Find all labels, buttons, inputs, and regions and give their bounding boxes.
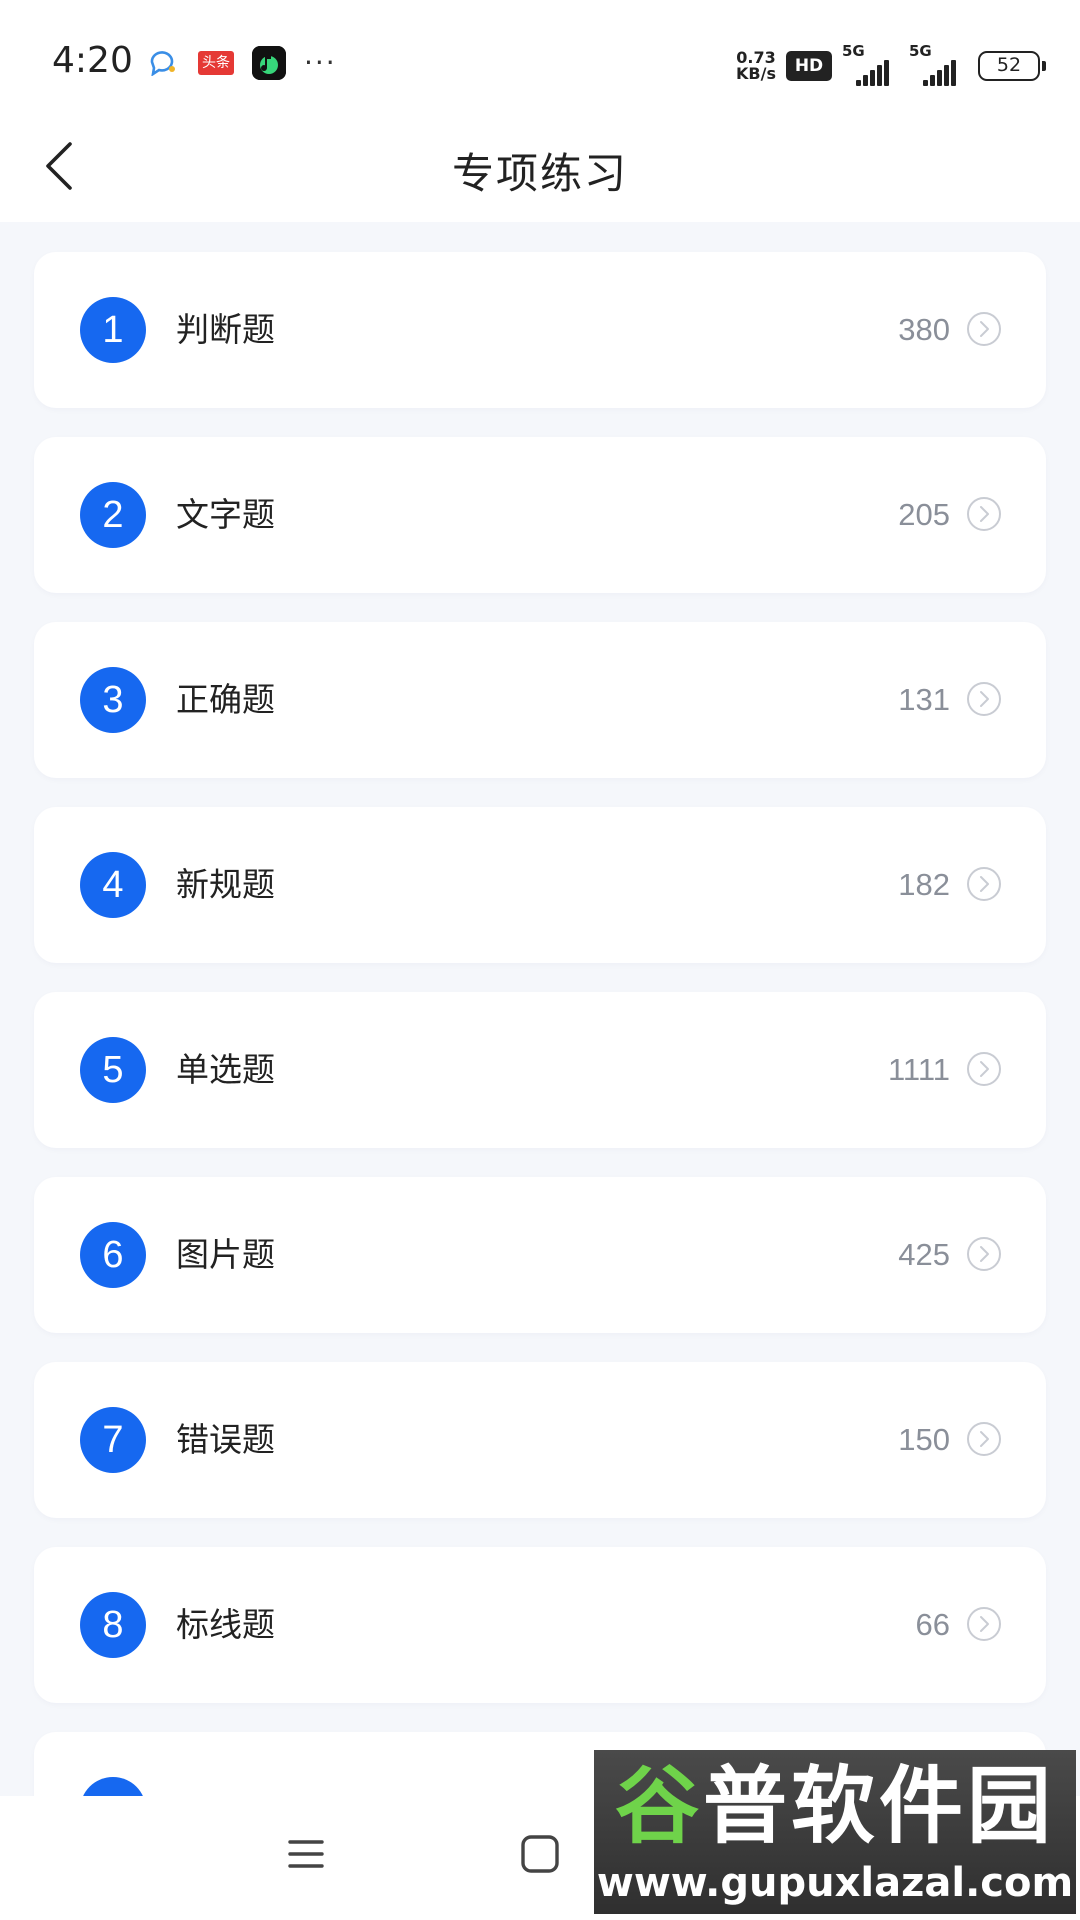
chevron-right-icon — [967, 867, 1001, 901]
item-number-badge: 4 — [80, 852, 146, 918]
item-number-badge: 6 — [80, 1222, 146, 1288]
header: 专项练习 — [0, 110, 1080, 222]
menu-icon[interactable] — [286, 1834, 326, 1874]
list-item[interactable]: 1 判断题 380 — [34, 252, 1046, 408]
chevron-right-icon — [967, 1052, 1001, 1086]
watermark-title: 谷普软件园 — [594, 1756, 1076, 1856]
list-item[interactable]: 6 图片题 425 — [34, 1177, 1046, 1333]
item-count: 66 — [915, 1607, 950, 1642]
item-label: 正确题 — [176, 680, 275, 719]
chevron-right-icon — [967, 1237, 1001, 1271]
item-label: 判断题 — [176, 310, 275, 349]
category-list: 1 判断题 380 2 文字题 205 3 正确题 131 4 新规题 182 … — [34, 252, 1046, 1831]
list-item[interactable]: 8 标线题 66 — [34, 1547, 1046, 1703]
item-number-badge: 1 — [80, 297, 146, 363]
watermark-title-rest: 普软件园 — [703, 1757, 1056, 1855]
item-count: 182 — [898, 867, 950, 902]
signal-strength-2-icon: 5G — [909, 42, 956, 86]
watermark-url: www.gupuxlazal.com — [596, 1860, 1074, 1906]
item-number-badge: 5 — [80, 1037, 146, 1103]
system-indicators: 0.73 KB/s HD 5G 5G 52 — [736, 42, 1046, 86]
toutiao-app-icon: 头条 — [198, 51, 234, 75]
watermark: 谷普软件园 www.gupuxlazal.com — [594, 1750, 1076, 1914]
item-count: 380 — [898, 312, 950, 347]
list-item[interactable]: 3 正确题 131 — [34, 622, 1046, 778]
page-title: 专项练习 — [451, 149, 628, 198]
notification-icons: 头条 ··· — [148, 46, 337, 80]
network-speed-unit: KB/s — [736, 64, 776, 83]
list-item[interactable]: 2 文字题 205 — [34, 437, 1046, 593]
list-item[interactable]: 7 错误题 150 — [34, 1362, 1046, 1518]
list-item[interactable]: 5 单选题 1111 — [34, 992, 1046, 1148]
item-count: 1111 — [887, 1052, 950, 1087]
battery-icon: 52 — [978, 51, 1046, 81]
item-label: 文字题 — [176, 495, 275, 534]
music-app-icon — [252, 46, 286, 80]
chat-bubble-icon — [150, 51, 175, 76]
item-count: 150 — [898, 1422, 950, 1457]
item-label: 新规题 — [176, 865, 275, 904]
item-label: 错误题 — [176, 1420, 275, 1459]
hd-voice-icon: HD — [786, 51, 832, 81]
item-count: 131 — [898, 682, 950, 717]
item-number-badge: 8 — [80, 1592, 146, 1658]
item-count: 425 — [898, 1237, 950, 1272]
chevron-right-icon — [967, 1422, 1001, 1456]
chevron-right-icon — [967, 312, 1001, 346]
chevron-right-icon — [967, 1607, 1001, 1641]
item-label: 图片题 — [176, 1235, 275, 1274]
item-number-badge: 7 — [80, 1407, 146, 1473]
item-number-badge: 3 — [80, 667, 146, 733]
chevron-right-icon — [967, 682, 1001, 716]
signal-1-label: 5G — [842, 42, 865, 60]
list-item[interactable]: 4 新规题 182 — [34, 807, 1046, 963]
home-icon[interactable] — [520, 1834, 560, 1874]
item-label: 单选题 — [176, 1050, 275, 1089]
watermark-title-green: 谷 — [614, 1757, 703, 1855]
item-count: 205 — [898, 497, 950, 532]
item-number-badge: 2 — [80, 482, 146, 548]
signal-2-label: 5G — [909, 42, 932, 60]
item-label: 标线题 — [176, 1605, 275, 1644]
signal-strength-icon: 5G — [842, 42, 889, 86]
app-screen: 4:20 头条 ··· 0.73 KB/s HD 5G 5G 52 专项练习 1… — [0, 0, 1080, 1920]
status-time: 4:20 — [52, 40, 133, 81]
status-bar: 4:20 头条 ··· 0.73 KB/s HD 5G 5G 52 — [0, 0, 1080, 110]
chevron-right-icon — [967, 497, 1001, 531]
network-speed: 0.73 KB/s — [736, 50, 776, 82]
more-notifications-icon: ··· — [304, 46, 337, 79]
